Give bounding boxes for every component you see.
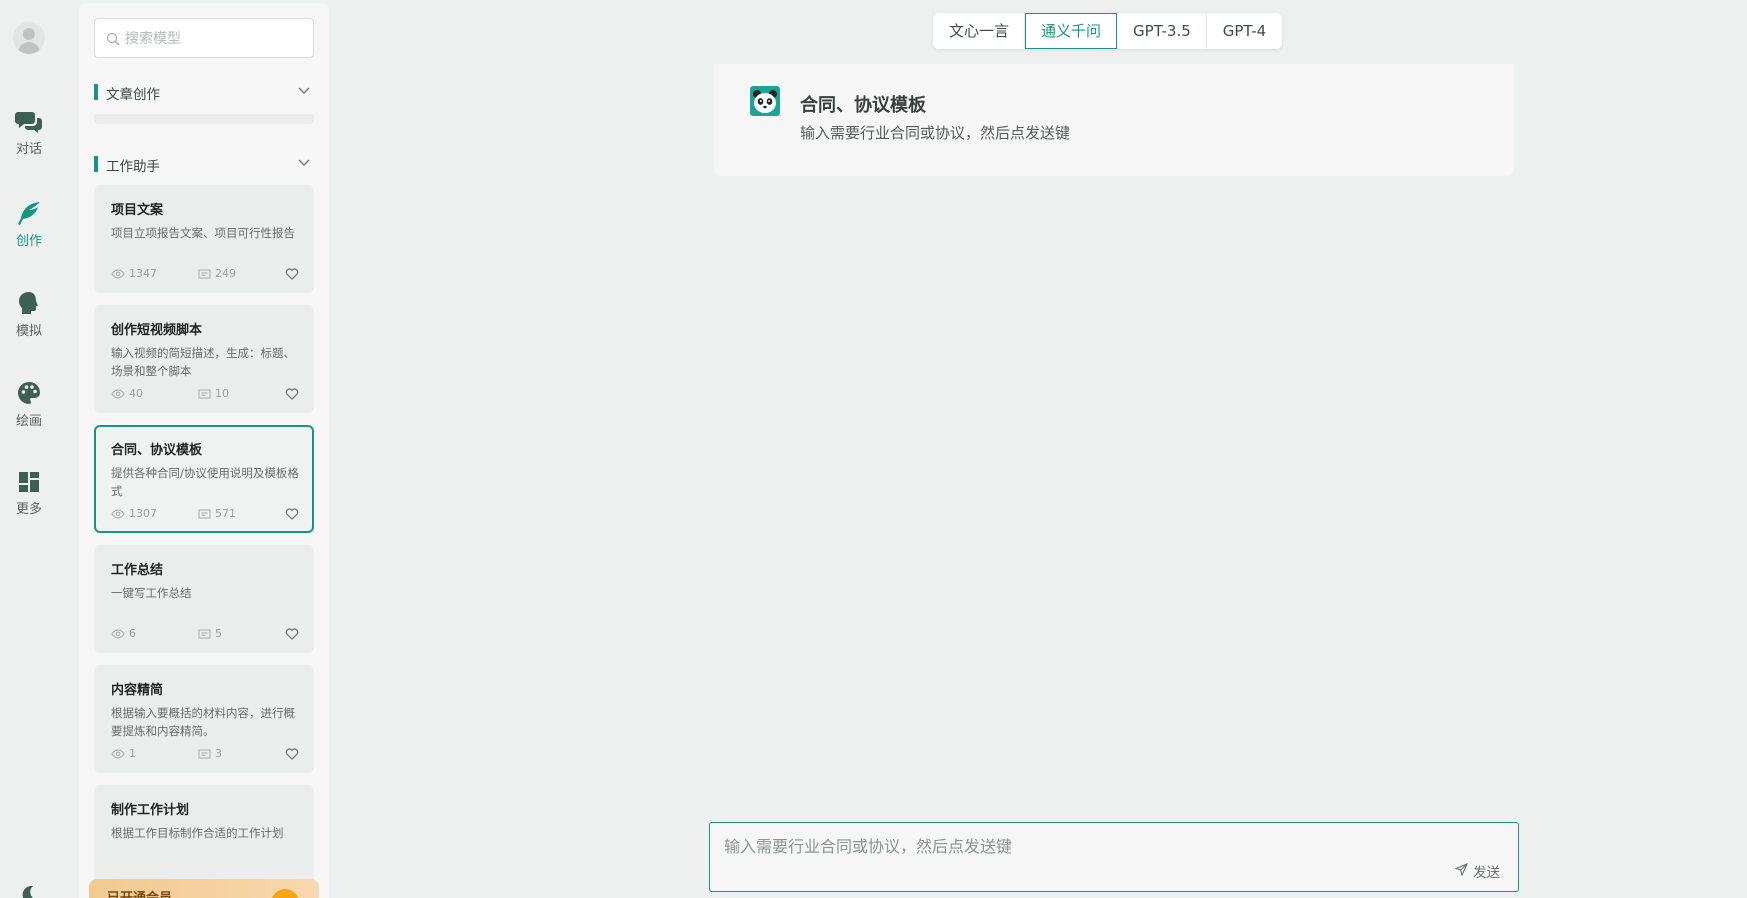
card-meta: 1307 571 xyxy=(111,507,301,523)
tab-gpt35[interactable]: GPT-3.5 xyxy=(1117,13,1207,49)
comment-count: 3 xyxy=(215,747,222,760)
send-label: 发送 xyxy=(1473,865,1500,881)
card-title: 制作工作计划 xyxy=(111,803,190,818)
search-input[interactable] xyxy=(125,27,305,51)
chat-bubbles-icon xyxy=(15,112,42,133)
section-marker xyxy=(94,84,98,100)
model-tabs: 文心一言 通义千问 GPT-3.5 GPT-4 xyxy=(933,13,1283,49)
card-meta: 1 3 xyxy=(111,747,301,763)
eye-icon xyxy=(111,269,125,279)
collapsed-section-body xyxy=(94,114,314,124)
eye-icon xyxy=(111,389,125,399)
nav-rail: 对话 创作 模拟 绘画 更多 xyxy=(0,0,58,898)
model-card[interactable]: 制作工作计划 根据工作目标制作合适的工作计划 xyxy=(94,785,314,893)
panda-icon xyxy=(750,86,780,116)
nav-label-more: 更多 xyxy=(15,502,42,517)
card-description: 项目立项报告文案、项目可行性报告 xyxy=(111,226,295,240)
view-count: 40 xyxy=(129,387,143,400)
nav-label-paint: 绘画 xyxy=(15,414,42,429)
nav-item-create[interactable]: 创作 xyxy=(0,200,58,249)
view-count: 1347 xyxy=(129,267,157,280)
dashboard-grid-icon xyxy=(19,472,39,492)
card-description: 输入视频的简短描述，生成：标题、场景和整个脚本 xyxy=(111,346,295,378)
comment-icon xyxy=(198,509,211,519)
card-description: 提供各种合同/协议使用说明及模板格式 xyxy=(111,466,299,498)
nav-item-paint[interactable]: 绘画 xyxy=(0,380,58,429)
comment-count: 5 xyxy=(215,627,222,640)
comment-icon xyxy=(198,389,211,399)
eye-icon xyxy=(111,509,125,519)
card-meta: 1347 249 xyxy=(111,267,301,283)
intro-title: 合同、协议模板 xyxy=(800,95,926,116)
vip-banner[interactable]: 已开通会员 xyxy=(89,879,319,898)
card-title: 工作总结 xyxy=(111,563,164,578)
heart-icon[interactable] xyxy=(285,268,299,280)
intro-description: 输入需要行业合同或协议，然后点发送键 xyxy=(800,124,1071,142)
card-meta: 6 5 xyxy=(111,627,301,643)
vip-badge-icon xyxy=(271,889,299,898)
head-profile-icon xyxy=(19,292,38,314)
section-title: 工作助手 xyxy=(106,159,160,175)
heart-icon[interactable] xyxy=(285,628,299,640)
card-title: 合同、协议模板 xyxy=(111,443,203,458)
model-card-active[interactable]: 合同、协议模板 提供各种合同/协议使用说明及模板格式 1307 571 xyxy=(94,425,314,533)
chevron-down-icon[interactable] xyxy=(298,87,310,95)
heart-icon[interactable] xyxy=(285,388,299,400)
model-card[interactable]: 内容精简 根据输入要概括的材料内容，进行概要提炼和内容精简。 1 3 xyxy=(94,665,314,773)
model-intro-card: 合同、协议模板 输入需要行业合同或协议，然后点发送键 xyxy=(714,64,1514,176)
nav-label-create: 创作 xyxy=(15,234,42,249)
comment-icon xyxy=(198,749,211,759)
model-card[interactable]: 创作短视频脚本 输入视频的简短描述，生成：标题、场景和整个脚本 40 10 xyxy=(94,305,314,413)
chevron-down-icon[interactable] xyxy=(298,159,310,167)
feather-icon xyxy=(18,202,40,225)
eye-icon xyxy=(111,629,125,639)
card-description: 根据工作目标制作合适的工作计划 xyxy=(111,826,284,840)
heart-icon[interactable] xyxy=(285,748,299,760)
model-sidebar: 文章创作 工作助手 项目文案 项目立项报告文案、项目可行性报告 1347 249… xyxy=(79,3,329,898)
nav-label-simulate: 模拟 xyxy=(15,324,42,339)
nav-item-more[interactable]: 更多 xyxy=(0,470,58,517)
message-input[interactable] xyxy=(724,833,1484,859)
view-count: 1 xyxy=(129,747,136,760)
search-box[interactable] xyxy=(94,18,314,58)
card-title: 项目文案 xyxy=(111,203,164,218)
palette-icon xyxy=(18,382,40,404)
model-card[interactable]: 项目文案 项目立项报告文案、项目可行性报告 1347 249 xyxy=(94,185,314,293)
user-avatar[interactable] xyxy=(13,22,45,54)
vip-label: 已开通会员 xyxy=(107,887,172,898)
model-card[interactable]: 工作总结 一键写工作总结 6 5 xyxy=(94,545,314,653)
comment-icon xyxy=(198,629,211,639)
section-header-work[interactable]: 工作助手 xyxy=(94,155,314,175)
tab-tongyi[interactable]: 通义千问 xyxy=(1025,13,1118,49)
nav-label-chat: 对话 xyxy=(15,142,42,157)
heart-icon[interactable] xyxy=(285,508,299,520)
nav-item-chat[interactable]: 对话 xyxy=(0,110,58,157)
tab-gpt4[interactable]: GPT-4 xyxy=(1207,13,1282,49)
comment-count: 10 xyxy=(215,387,229,400)
comment-icon xyxy=(198,269,211,279)
tab-wenxin[interactable]: 文心一言 xyxy=(933,13,1026,49)
send-icon xyxy=(1455,863,1468,876)
section-marker xyxy=(94,156,98,172)
section-header-article[interactable]: 文章创作 xyxy=(94,83,314,103)
eye-icon xyxy=(111,749,125,759)
card-description: 一键写工作总结 xyxy=(111,586,192,600)
section-title: 文章创作 xyxy=(106,87,160,103)
moon-icon[interactable] xyxy=(19,884,41,898)
view-count: 6 xyxy=(129,627,136,640)
send-button[interactable]: 发送 xyxy=(1455,861,1500,881)
message-composer: 发送 xyxy=(709,822,1519,892)
card-meta: 40 10 xyxy=(111,387,301,403)
card-title: 创作短视频脚本 xyxy=(111,323,203,338)
card-title: 内容精简 xyxy=(111,683,164,698)
nav-item-simulate[interactable]: 模拟 xyxy=(0,290,58,339)
search-icon xyxy=(106,32,120,46)
card-description: 根据输入要概括的材料内容，进行概要提炼和内容精简。 xyxy=(111,706,295,738)
comment-count: 249 xyxy=(215,267,236,280)
view-count: 1307 xyxy=(129,507,157,520)
comment-count: 571 xyxy=(215,507,236,520)
